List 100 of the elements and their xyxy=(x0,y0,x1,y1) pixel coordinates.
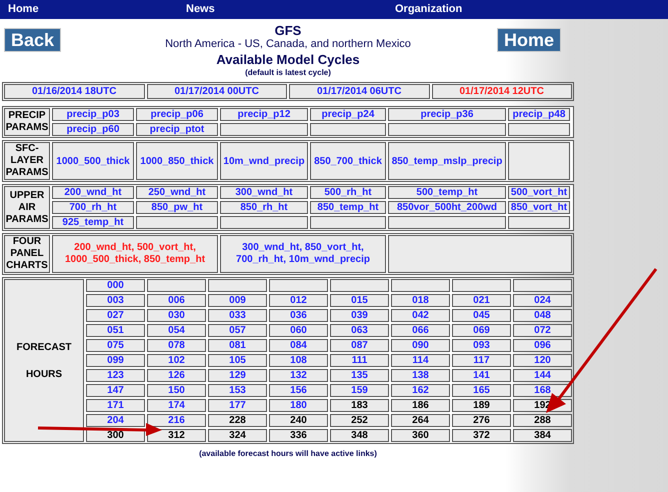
hour-link[interactable]: 168 xyxy=(534,385,551,396)
hour-link[interactable]: 147 xyxy=(107,385,124,396)
hour-link[interactable]: 111 xyxy=(352,355,368,366)
parameter-link[interactable]: precip_p12 xyxy=(238,109,290,120)
hour-link[interactable]: 138 xyxy=(412,370,429,381)
parameter-link[interactable]: 300_wnd_ht xyxy=(235,187,293,198)
parameter-link[interactable]: 10m_wnd_precip xyxy=(223,156,305,166)
parameter-link[interactable]: precip_p24 xyxy=(322,109,374,120)
hour-link[interactable]: 060 xyxy=(290,325,307,336)
parameter-link[interactable]: 850_700_thick xyxy=(314,156,382,166)
parameter-link[interactable]: 1000_850_thick xyxy=(140,156,214,166)
hour-link[interactable]: 000 xyxy=(107,280,124,291)
hour-link[interactable]: 033 xyxy=(229,310,246,321)
hour-link[interactable]: 120 xyxy=(534,355,551,366)
hour-link[interactable]: 216 xyxy=(168,415,185,426)
cycle-link[interactable]: 01/17/2014 00UTC xyxy=(146,84,287,99)
parameter-link[interactable]: precip_p03 xyxy=(66,109,120,120)
parameter-link[interactable]: 850_rh_ht xyxy=(240,202,288,213)
hour-link[interactable]: 045 xyxy=(473,310,490,321)
parameter-link[interactable]: 850_pw_ht xyxy=(151,202,203,213)
hour-link[interactable]: 171 xyxy=(107,400,124,411)
hour-link[interactable]: 144 xyxy=(534,370,551,381)
hour-link[interactable]: 048 xyxy=(534,310,551,321)
hour-link[interactable]: 063 xyxy=(351,325,368,336)
hour-link[interactable]: 003 xyxy=(107,295,124,306)
hour-link[interactable]: 084 xyxy=(290,340,307,351)
parameter-link[interactable]: precip_p36 xyxy=(420,109,474,120)
hour-link[interactable]: 078 xyxy=(168,340,185,351)
hour-link[interactable]: 129 xyxy=(229,370,246,381)
hour-link[interactable]: 105 xyxy=(229,355,246,366)
hour-link[interactable]: 162 xyxy=(412,385,429,396)
parameter-link[interactable]: 850_temp_ht xyxy=(317,202,379,213)
hour-link[interactable]: 027 xyxy=(107,310,124,321)
hour-link[interactable]: 009 xyxy=(229,295,246,306)
hour-link[interactable]: 123 xyxy=(107,370,124,381)
chart-link[interactable]: 200_wnd_ht, 500_vort_ht, 1000_500_thick, 850_temp_ht xyxy=(64,242,206,266)
parameter-link[interactable]: 850_temp_mslp_precip xyxy=(392,156,502,166)
hour-link[interactable]: 099 xyxy=(107,355,124,366)
nav-link[interactable]: Organization xyxy=(395,1,462,18)
hour-link[interactable]: 021 xyxy=(473,295,490,306)
hour-link[interactable]: 114 xyxy=(412,355,429,366)
parameter-link[interactable]: 1000_500_thick xyxy=(56,156,130,166)
hour-link[interactable]: 135 xyxy=(351,370,368,381)
hour-link[interactable]: 051 xyxy=(107,325,124,336)
cycle-link[interactable]: 01/16/2014 18UTC xyxy=(4,84,144,99)
hour-link[interactable]: 081 xyxy=(229,340,246,351)
hour-link[interactable]: 012 xyxy=(290,295,307,306)
hour-link[interactable]: 006 xyxy=(168,295,185,306)
home-button[interactable]: Home xyxy=(496,28,561,52)
parameter-link[interactable]: 250_wnd_ht xyxy=(148,187,206,198)
nav-link[interactable]: Home xyxy=(8,1,186,18)
hour-link[interactable]: 036 xyxy=(290,310,307,321)
hour-link[interactable]: 156 xyxy=(290,385,307,396)
hour-link[interactable]: 075 xyxy=(107,340,124,351)
hour-link[interactable]: 102 xyxy=(168,355,185,366)
hour-link[interactable]: 153 xyxy=(229,385,246,396)
hour-link[interactable]: 072 xyxy=(534,325,551,336)
hour-link[interactable]: 030 xyxy=(168,310,185,321)
hour-link[interactable]: 087 xyxy=(351,340,368,351)
hour-link[interactable]: 177 xyxy=(229,400,246,411)
parameter-link[interactable]: 500_temp_ht xyxy=(416,187,478,198)
hour-link[interactable]: 054 xyxy=(168,325,185,336)
hour-link[interactable]: 108 xyxy=(290,355,307,366)
hour-link[interactable]: 069 xyxy=(473,325,490,336)
parameter-link[interactable]: precip_p48 xyxy=(512,109,566,120)
hour-link[interactable]: 015 xyxy=(351,295,368,306)
hour-link[interactable]: 039 xyxy=(351,310,368,321)
chart-link[interactable]: 300_wnd_ht, 850_vort_ht, 700_rh_ht, 10m_wnd_precip xyxy=(236,242,370,266)
hour-link[interactable]: 180 xyxy=(290,400,307,411)
hour-link[interactable]: 057 xyxy=(229,325,246,336)
hour-link[interactable]: 093 xyxy=(473,340,490,351)
parameter-link[interactable]: 850_vort_ht xyxy=(510,202,568,213)
parameter-link[interactable]: 200_wnd_ht xyxy=(64,187,122,198)
hour-link[interactable]: 174 xyxy=(168,400,185,411)
hour-link[interactable]: 066 xyxy=(412,325,429,336)
hour-link[interactable]: 024 xyxy=(534,295,551,306)
hour-link[interactable]: 159 xyxy=(351,385,368,396)
hour-link[interactable]: 150 xyxy=(168,385,185,396)
back-button[interactable]: Back xyxy=(4,28,62,52)
hour-link[interactable]: 096 xyxy=(534,340,551,351)
parameter-link[interactable]: 925_temp_ht xyxy=(62,217,124,228)
cycle-link[interactable]: 01/17/2014 12UTC xyxy=(432,84,572,99)
hour-link[interactable]: 141 xyxy=(473,370,490,381)
hour-link[interactable]: 018 xyxy=(412,295,429,306)
parameter-link[interactable]: precip_p06 xyxy=(150,109,204,120)
hour-link[interactable]: 165 xyxy=(473,385,490,396)
hour-link[interactable]: 132 xyxy=(290,370,307,381)
nav-link[interactable]: News xyxy=(186,1,395,18)
hour-link[interactable]: 126 xyxy=(168,370,185,381)
hour-link[interactable]: 090 xyxy=(412,340,429,351)
hour-link[interactable]: 204 xyxy=(107,415,124,426)
hour-link[interactable]: 117 xyxy=(473,355,490,366)
hour-link[interactable]: 042 xyxy=(412,310,429,321)
cycle-link[interactable]: 01/17/2014 06UTC xyxy=(289,84,430,99)
parameter-link[interactable]: 850vor_500ht_200wd xyxy=(396,202,498,213)
parameter-link[interactable]: 500_rh_ht xyxy=(324,187,372,198)
parameter-link[interactable]: precip_p60 xyxy=(66,124,120,135)
parameter-link[interactable]: 500_vort_ht xyxy=(510,187,568,198)
parameter-link[interactable]: 700_rh_ht xyxy=(69,202,117,213)
parameter-link[interactable]: precip_ptot xyxy=(150,124,204,135)
